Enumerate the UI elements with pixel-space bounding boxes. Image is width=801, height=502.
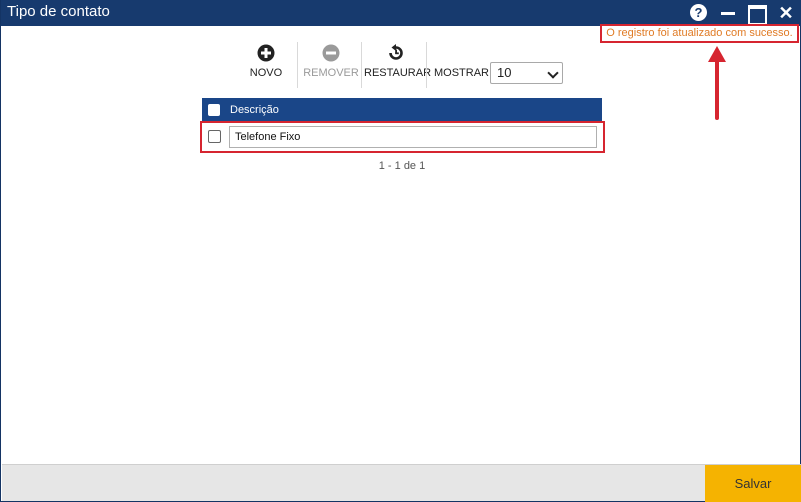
dialog-window: Tipo de contato ? ✕ O registro foi atual… xyxy=(0,0,801,502)
toolbar-divider xyxy=(297,42,298,88)
status-message: O registro foi atualizado com sucesso. xyxy=(600,24,799,43)
title-bar: Tipo de contato ? ✕ xyxy=(1,0,801,26)
annotation-arrow-icon xyxy=(708,46,726,120)
page-size-label: MOSTRAR: xyxy=(434,67,493,79)
plus-circle-icon xyxy=(257,44,275,62)
toolbar-divider xyxy=(361,42,362,88)
new-button-label: NOVO xyxy=(249,67,283,79)
table-row: Telefone Fixo xyxy=(200,121,605,153)
minimize-icon[interactable] xyxy=(720,4,738,22)
pager-info: 1 - 1 de 1 xyxy=(378,160,426,172)
save-button[interactable]: Salvar xyxy=(705,465,801,502)
toolbar-divider xyxy=(426,42,427,88)
window-title: Tipo de contato xyxy=(7,3,110,20)
row-checkbox[interactable] xyxy=(208,130,221,143)
minus-circle-icon xyxy=(322,44,340,62)
column-header-descricao: Descrição xyxy=(230,104,279,116)
select-all-checkbox[interactable] xyxy=(208,104,220,116)
chevron-down-icon xyxy=(547,67,559,79)
footer-bar: Salvar xyxy=(2,464,801,502)
restore-icon xyxy=(389,44,403,60)
remove-button-label: REMOVER xyxy=(303,67,359,79)
new-button[interactable]: NOVO xyxy=(247,44,285,84)
page-size-value: 10 xyxy=(497,65,512,80)
descricao-input[interactable]: Telefone Fixo xyxy=(229,126,597,148)
restore-button[interactable]: RESTAURAR xyxy=(364,44,432,84)
grid-header: Descrição xyxy=(202,98,602,122)
close-icon[interactable]: ✕ xyxy=(777,4,795,22)
remove-button[interactable]: REMOVER xyxy=(303,44,359,84)
page-size-select[interactable]: 10 xyxy=(490,62,563,84)
restore-button-label: RESTAURAR xyxy=(364,67,432,79)
maximize-icon[interactable] xyxy=(747,4,767,25)
help-icon[interactable]: ? xyxy=(690,4,707,21)
